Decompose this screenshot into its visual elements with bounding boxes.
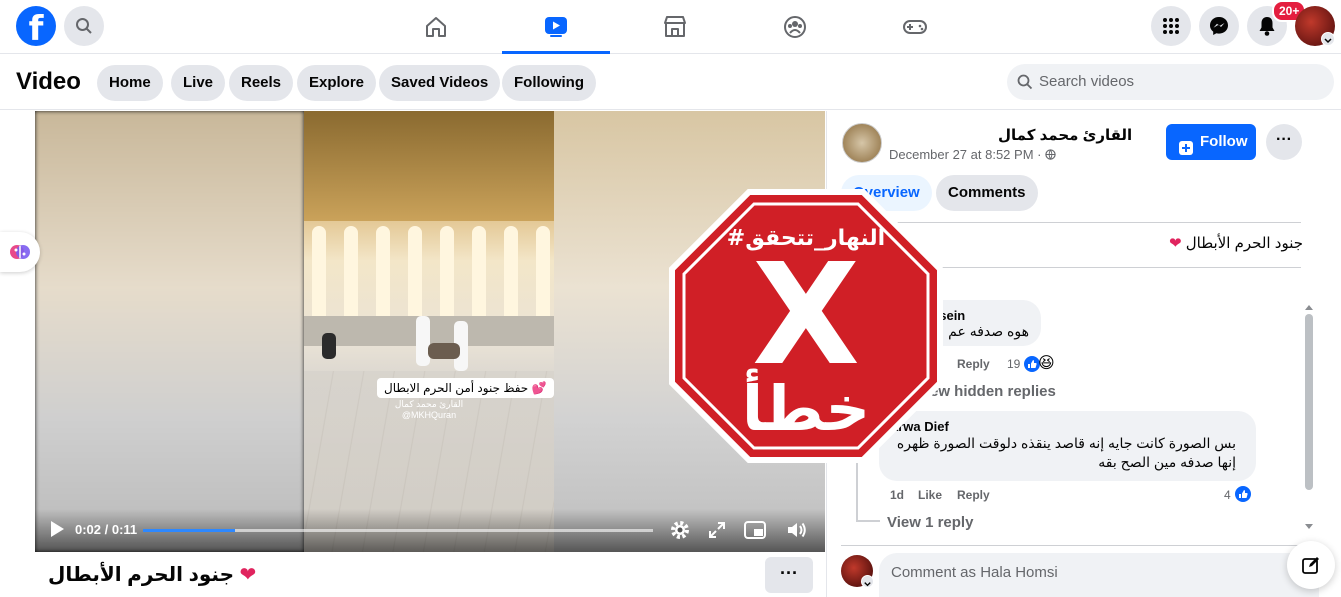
tab-reels[interactable]: Reels bbox=[229, 65, 294, 101]
progress-fill bbox=[143, 529, 235, 532]
marketplace-icon bbox=[664, 16, 686, 37]
heart-icon: ❤ bbox=[239, 564, 257, 586]
post-text: جنود الحرم الأبطال ❤ bbox=[1169, 235, 1303, 252]
video-tab[interactable] bbox=[502, 0, 610, 54]
tab-saved-videos[interactable]: Saved Videos bbox=[379, 65, 501, 101]
comment-input[interactable]: Comment as Hala Homsi bbox=[879, 553, 1319, 597]
tab-home[interactable]: Home bbox=[97, 65, 163, 101]
follow-button[interactable]: Follow bbox=[1166, 124, 1256, 160]
haha-reaction-icon: 😆 bbox=[1038, 355, 1055, 372]
page-avatar[interactable] bbox=[842, 123, 882, 163]
video-more-options-button[interactable]: ··· bbox=[765, 557, 813, 593]
tab-explore[interactable]: Explore bbox=[297, 65, 377, 101]
volume-icon[interactable] bbox=[786, 520, 808, 545]
watermark-handle: @MKHQuran bbox=[401, 410, 457, 420]
menu-grid-icon[interactable] bbox=[1151, 6, 1191, 46]
view-hidden-replies-link[interactable]: ew hidden replies bbox=[930, 383, 1056, 400]
play-icon[interactable] bbox=[49, 520, 65, 543]
comment-text: هوه صدفه عم bbox=[948, 323, 1029, 339]
search-icon[interactable] bbox=[64, 6, 104, 46]
chevron-down-icon[interactable] bbox=[861, 575, 874, 588]
video-title: جنود الحرم الأبطال ❤ bbox=[48, 564, 257, 586]
video-frame: القارئ محمد كمال @MKHQuran bbox=[304, 111, 554, 552]
video-blur-backdrop-left bbox=[35, 111, 304, 552]
reaction-count[interactable]: 4 bbox=[1224, 488, 1231, 502]
reply-link[interactable]: Reply bbox=[957, 357, 990, 371]
messenger-icon[interactable] bbox=[1199, 6, 1239, 46]
time-display: 0:02 / 0:11 bbox=[75, 522, 138, 537]
post-more-options-button[interactable]: ··· bbox=[1266, 124, 1302, 160]
player-controls: 0:02 / 0:11 bbox=[35, 509, 825, 552]
scroll-down-arrow-icon[interactable] bbox=[1304, 518, 1314, 536]
stamp-verdict: خطأ bbox=[741, 372, 871, 445]
heart-icon: ❤ bbox=[1169, 235, 1182, 252]
top-navigation-bar: f 20+ bbox=[0, 0, 1341, 54]
thread-line bbox=[856, 520, 880, 522]
gamepad-icon bbox=[903, 20, 927, 34]
page-name[interactable]: القارئ محمد كمال bbox=[998, 126, 1132, 144]
fact-check-stamp: #النهار_تتحقق X خطأ bbox=[668, 188, 944, 464]
home-icon bbox=[426, 17, 446, 37]
chevron-down-icon[interactable] bbox=[1321, 32, 1335, 46]
tab-following[interactable]: Following bbox=[502, 65, 596, 101]
search-icon bbox=[1017, 64, 1033, 104]
video-play-icon bbox=[545, 16, 567, 37]
post-date[interactable]: December 27 at 8:52 PM · bbox=[889, 147, 1056, 162]
compose-edit-icon[interactable] bbox=[1287, 541, 1335, 589]
search-placeholder: Search videos bbox=[1039, 73, 1135, 90]
video-caption-overlay: حفظ جنود أمن الحرم الابطال 💕 bbox=[377, 378, 554, 398]
facebook-logo[interactable]: f bbox=[16, 6, 56, 46]
groups-icon bbox=[784, 16, 806, 38]
follow-plus-icon bbox=[1178, 134, 1194, 170]
groups-tab[interactable] bbox=[741, 0, 849, 54]
like-link[interactable]: Like bbox=[918, 488, 942, 502]
stamp-x-mark: X bbox=[752, 234, 860, 397]
search-videos-input[interactable]: Search videos bbox=[1007, 64, 1334, 100]
like-reaction-icon bbox=[1234, 485, 1252, 508]
reply-link[interactable]: Reply bbox=[957, 488, 990, 502]
scrollbar-thumb[interactable] bbox=[1305, 314, 1313, 490]
progress-bar[interactable] bbox=[143, 529, 653, 532]
watermark-name: القارئ محمد كمال bbox=[394, 399, 464, 409]
ai-brain-icon[interactable] bbox=[0, 232, 40, 272]
tab-live[interactable]: Live bbox=[171, 65, 226, 101]
miniplayer-icon[interactable] bbox=[744, 520, 766, 545]
tab-comments[interactable]: Comments bbox=[936, 175, 1038, 211]
expand-icon[interactable] bbox=[708, 521, 726, 544]
view-replies-link[interactable]: View 1 reply bbox=[887, 514, 973, 531]
reaction-count[interactable]: 19 bbox=[1007, 357, 1020, 371]
comment-time[interactable]: 1d bbox=[890, 488, 904, 502]
globe-icon bbox=[1045, 147, 1056, 162]
page-title: Video bbox=[16, 68, 81, 95]
comment-author[interactable]: ssein bbox=[932, 308, 1029, 323]
gaming-tab[interactable] bbox=[861, 0, 969, 54]
divider bbox=[841, 545, 1301, 546]
video-subnav: Video Home Live Reels Explore Saved Vide… bbox=[0, 54, 1341, 110]
settings-gear-icon[interactable] bbox=[669, 519, 691, 546]
marketplace-tab[interactable] bbox=[621, 0, 729, 54]
home-tab[interactable] bbox=[382, 0, 490, 54]
